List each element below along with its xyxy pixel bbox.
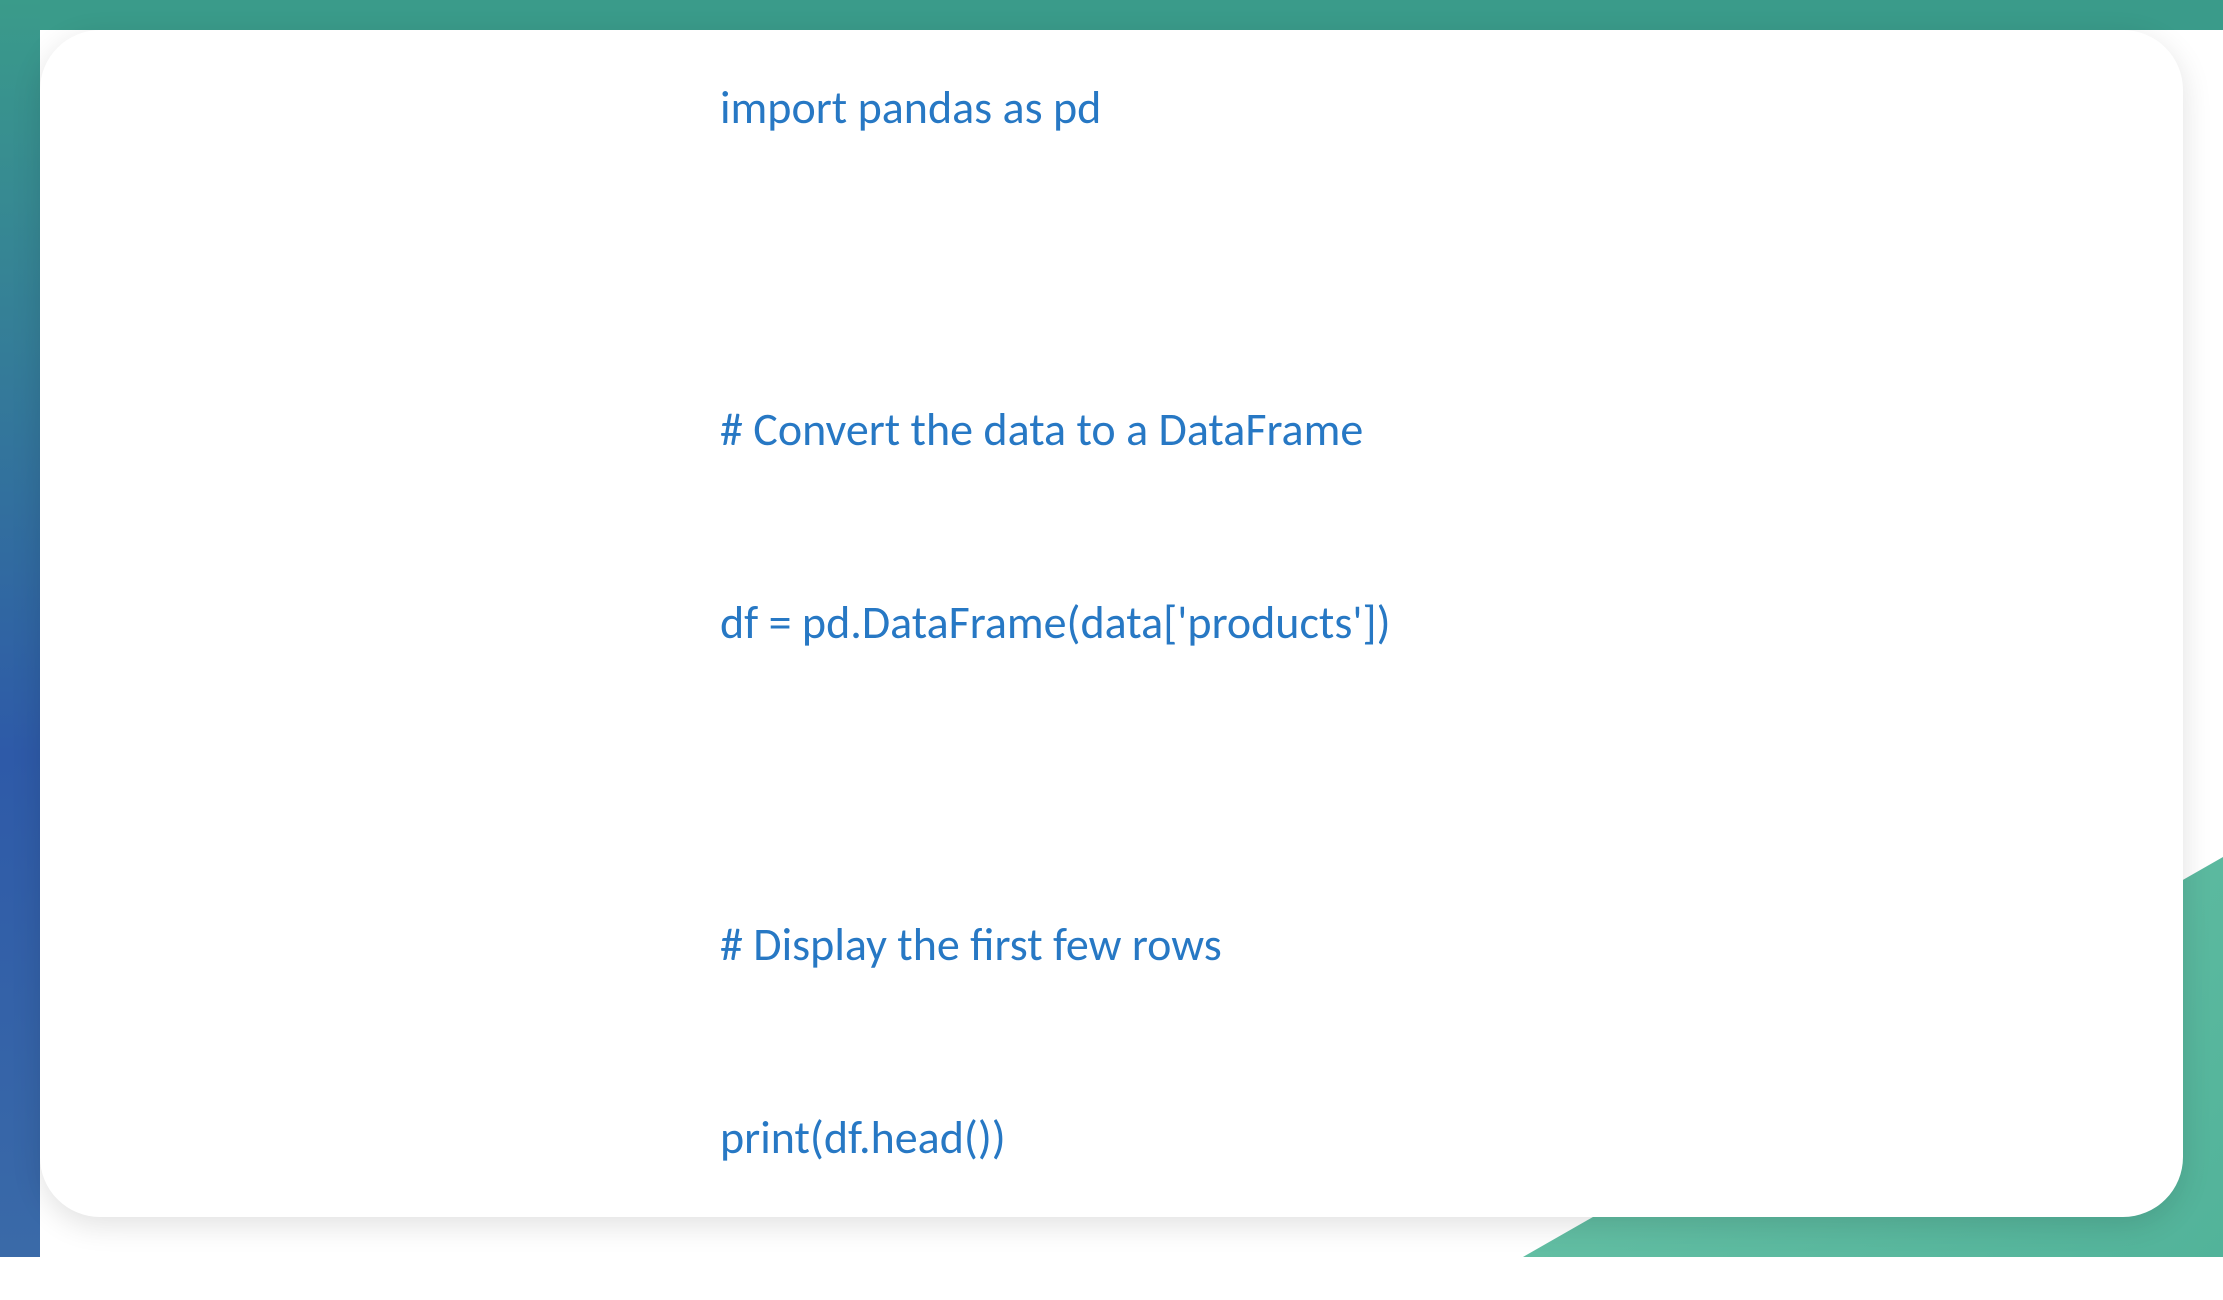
code-line-1: import pandas as pd: [720, 76, 1391, 140]
code-line-4: df = pd.DataFrame(data['products']): [720, 591, 1391, 655]
code-line-6: # Display the first few rows: [720, 913, 1391, 977]
code-line-3: # Convert the data to a DataFrame: [720, 398, 1391, 462]
code-block: import pandas as pd # Convert the data t…: [720, 0, 1391, 1300]
code-line-7: print(df.head()): [720, 1106, 1391, 1170]
background-left-gradient: [0, 0, 40, 1257]
slide-card: import pandas as pd # Convert the data t…: [40, 30, 2183, 1217]
